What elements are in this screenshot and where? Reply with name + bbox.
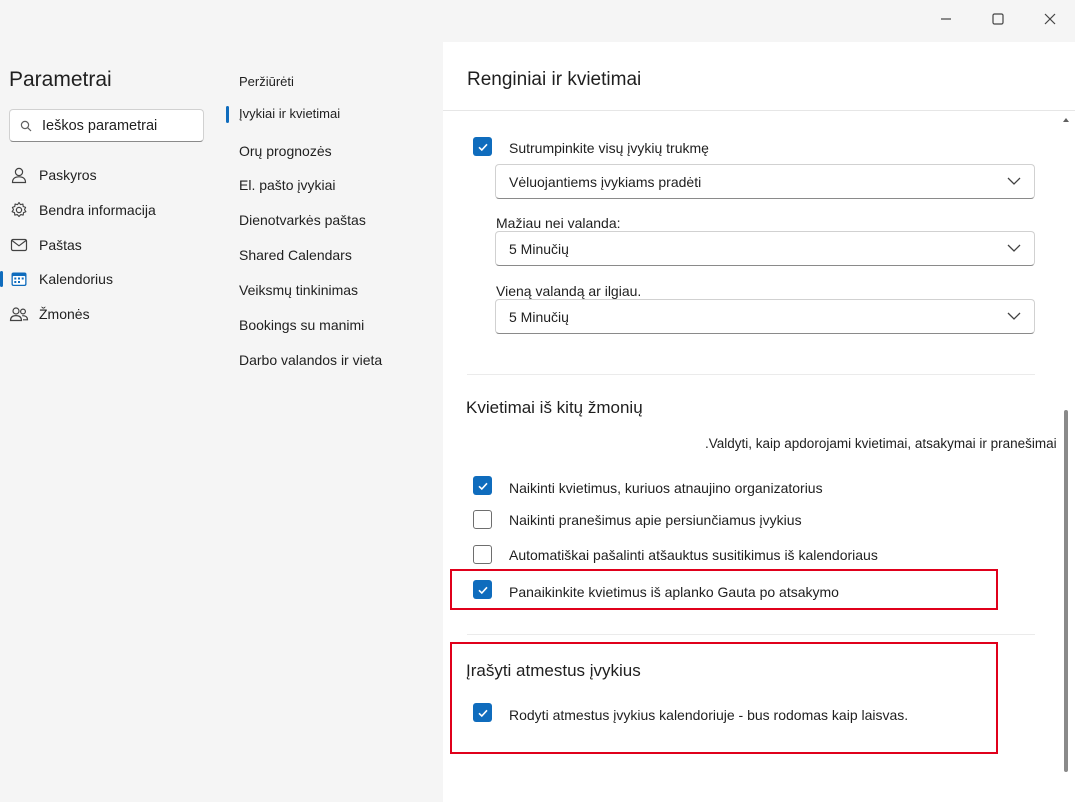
scrollbar-thumb[interactable] — [1064, 410, 1068, 772]
settings-content: Renginiai ir kvietimai Sutrumpinkite vis… — [443, 42, 1075, 802]
nav-item-label: Paskyros — [39, 167, 97, 183]
chevron-down-icon — [1007, 177, 1021, 185]
close-button[interactable] — [1037, 8, 1063, 30]
hour-or-more-label: Vieną valandą ar ilgiau. — [496, 283, 642, 299]
shorten-events-label: Sutrumpinkite visų įvykių trukmę — [509, 140, 709, 156]
nav-item-calendar[interactable]: Kalendorius — [0, 264, 220, 294]
people-icon — [9, 304, 29, 324]
remove-cancelled-meetings-checkbox[interactable] — [473, 545, 492, 564]
search-icon — [20, 120, 32, 131]
header-divider — [443, 110, 1075, 111]
nav-item-accounts[interactable]: Paskyros — [0, 160, 220, 190]
settings-nav: Parametrai Paskyros Bendra informacija P… — [0, 42, 226, 802]
subnav-item-bookings[interactable]: Bookings su manimi — [239, 317, 364, 333]
highlight-box — [450, 642, 998, 754]
remove-cancelled-meetings-label: Automatiškai pašalinti atšauktus susitik… — [509, 547, 878, 563]
less-than-hour-label: Mažiau nei valanda: — [496, 215, 621, 231]
page-title: Renginiai ir kvietimai — [467, 69, 642, 90]
subnav-item-shared-calendars[interactable]: Shared Calendars — [239, 247, 352, 263]
subnav-item-customize-actions[interactable]: Veiksmų tinkinimas — [239, 282, 358, 298]
calendar-subnav: Peržiūrėti Įvykiai ir kvietimai Orų prog… — [226, 42, 443, 802]
invites-section-title: Kvietimai iš kitų žmonių — [466, 398, 643, 417]
subnav-item-email-events[interactable]: El. pašto įvykiai — [239, 177, 335, 193]
scroll-up-arrow-icon[interactable] — [1062, 116, 1070, 124]
delete-forward-notifications-checkbox[interactable] — [473, 510, 492, 529]
search-input[interactable] — [42, 117, 192, 134]
hour-or-more-dropdown[interactable]: 5 Minučių — [495, 299, 1035, 334]
section-divider — [467, 634, 1035, 635]
settings-title: Parametrai — [9, 68, 112, 91]
dropdown-value: Vėluojantiems įvykiams pradėti — [509, 173, 702, 190]
delete-forward-notifications-label: Naikinti pranešimus apie persiunčiamus į… — [509, 512, 802, 528]
delete-updated-invites-label: Naikinti kvietimus, kuriuos atnaujino or… — [509, 480, 823, 496]
subnav-item-events-invites[interactable]: Įvykiai ir kvietimai — [239, 106, 340, 121]
subnav-item-agenda-mail[interactable]: Dienotvarkės paštas — [239, 212, 366, 228]
person-icon — [9, 165, 29, 185]
checkmark-icon — [477, 143, 488, 151]
section-divider — [467, 374, 1035, 375]
search-box[interactable] — [9, 109, 204, 142]
nav-item-general[interactable]: Bendra informacija — [0, 195, 220, 225]
minimize-button[interactable] — [933, 8, 959, 30]
checkmark-icon — [477, 482, 488, 490]
subnav-item-weather[interactable]: Orų prognozės — [239, 143, 332, 159]
dropdown-value: 5 Minučių — [509, 308, 569, 325]
dropdown-value: 5 Minučių — [509, 240, 569, 257]
maximize-icon — [992, 13, 1004, 25]
nav-item-label: Žmonės — [39, 306, 90, 322]
subnav-item-view[interactable]: Peržiūrėti — [239, 74, 294, 89]
highlight-box — [450, 569, 998, 610]
subnav-item-work-hours[interactable]: Darbo valandos ir vieta — [239, 352, 382, 368]
nav-item-label: Kalendorius — [39, 271, 113, 287]
nav-item-people[interactable]: Žmonės — [0, 299, 220, 329]
nav-item-label: Paštas — [39, 237, 82, 253]
close-icon — [1044, 13, 1056, 25]
invites-section-description: .Valdyti, kaip apdorojami kvietimai, ats… — [705, 436, 1057, 451]
calendar-icon — [9, 269, 29, 289]
maximize-button[interactable] — [985, 8, 1011, 30]
nav-item-label: Bendra informacija — [39, 202, 156, 218]
less-than-hour-dropdown[interactable]: 5 Minučių — [495, 231, 1035, 266]
selected-indicator — [0, 271, 3, 287]
minimize-icon — [941, 18, 951, 20]
mail-icon — [9, 235, 29, 255]
nav-item-mail[interactable]: Paštas — [0, 230, 220, 260]
gear-icon — [9, 200, 29, 220]
title-bar — [0, 0, 1075, 42]
shorten-mode-dropdown[interactable]: Vėluojantiems įvykiams pradėti — [495, 164, 1035, 199]
delete-updated-invites-checkbox[interactable] — [473, 476, 492, 495]
chevron-down-icon — [1007, 312, 1021, 320]
shorten-events-checkbox[interactable] — [473, 137, 492, 156]
chevron-down-icon — [1007, 244, 1021, 252]
selected-indicator — [226, 106, 229, 123]
